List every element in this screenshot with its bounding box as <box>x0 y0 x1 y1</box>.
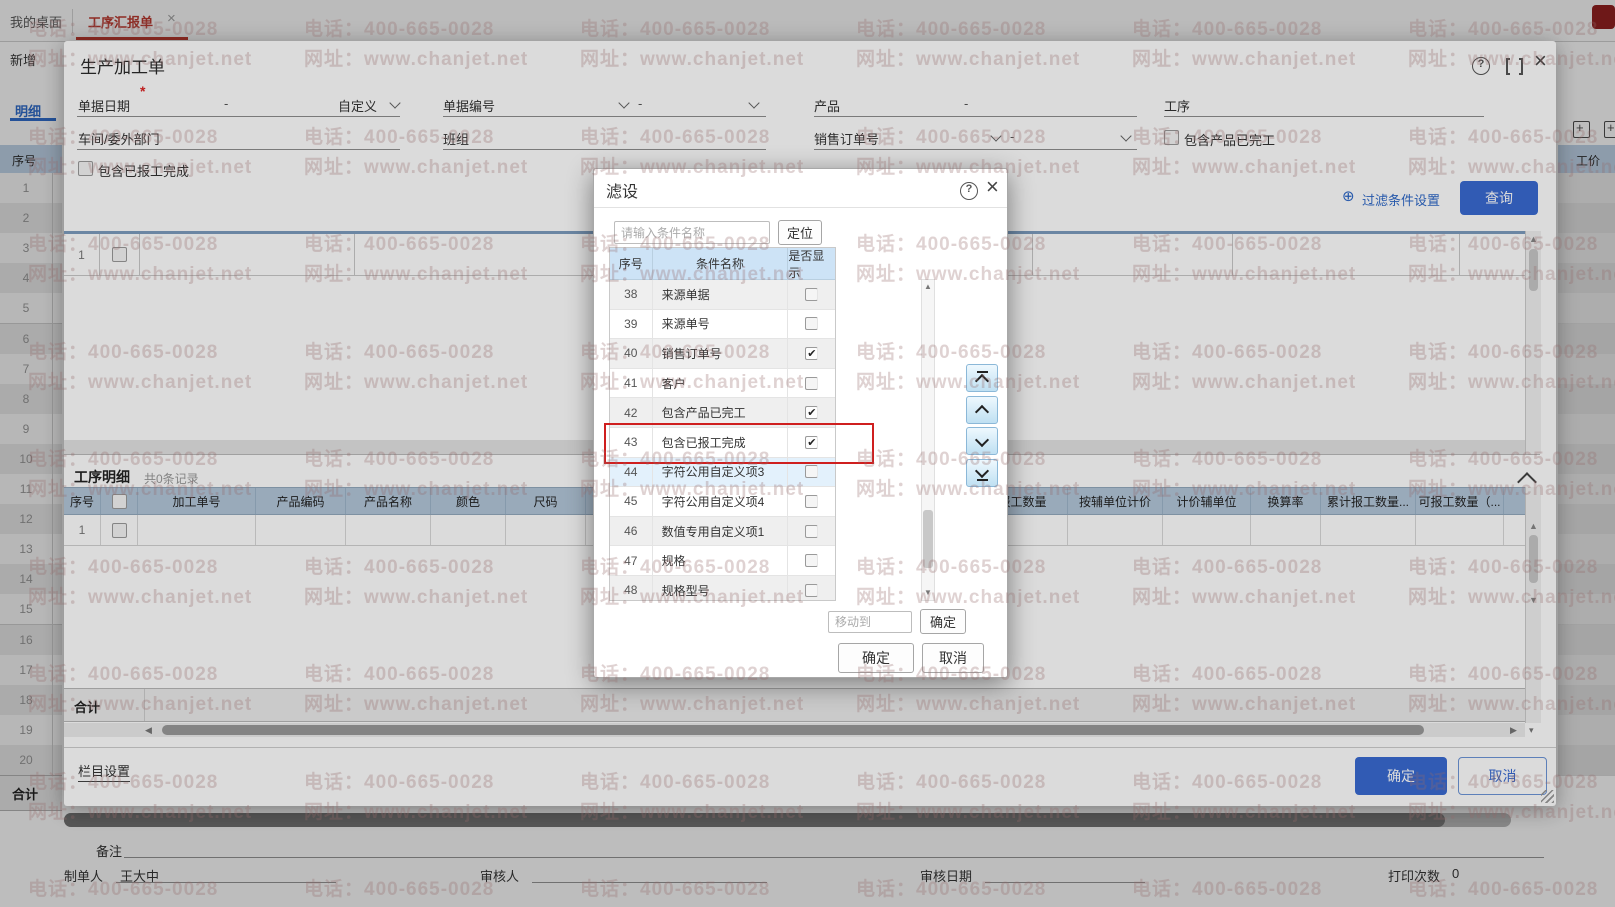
condition-seq: 38 <box>610 280 653 309</box>
visible-checkbox[interactable] <box>805 494 819 508</box>
condition-visible-cell <box>788 487 835 516</box>
visible-checkbox[interactable] <box>805 465 819 479</box>
visible-checkbox[interactable] <box>805 376 819 390</box>
chevron-up-icon <box>974 404 990 419</box>
condition-visible-cell <box>788 576 835 600</box>
move-to-input[interactable] <box>828 611 912 633</box>
condition-visible-cell <box>788 310 835 339</box>
filter-condition-row[interactable]: 39 来源单号 <box>610 309 835 340</box>
visible-checkbox[interactable] <box>805 435 819 449</box>
filter-condition-row[interactable]: 43 包含已报工完成 <box>610 427 835 458</box>
chevron-down-icon <box>974 463 990 478</box>
move-to-bottom-button[interactable] <box>966 459 998 487</box>
visible-checkbox[interactable] <box>805 406 819 420</box>
move-to-top-button[interactable] <box>966 364 998 392</box>
filter-config-dialog: 滤设 × 定位 序号 条件名称 是否显示 38来源单据39来源单号40销售订单号… <box>593 168 1008 678</box>
condition-name: 来源单据 <box>653 280 789 309</box>
condition-visible-cell <box>788 458 835 487</box>
filter-condition-row[interactable]: 48 规格型号 <box>610 575 835 600</box>
visible-checkbox[interactable] <box>805 317 819 331</box>
condition-name: 客户 <box>653 368 789 398</box>
condition-visible-cell <box>788 517 835 546</box>
scroll-up-icon[interactable]: ▲ <box>924 282 932 291</box>
condition-name: 规格型号 <box>653 575 789 600</box>
filter-condition-row[interactable]: 38 来源单据 <box>610 280 835 310</box>
condition-table: 序号 条件名称 是否显示 38来源单据39来源单号40销售订单号41客户42包含… <box>609 247 836 601</box>
move-ok-button[interactable]: 确定 <box>920 609 966 634</box>
condition-table-header: 序号 条件名称 是否显示 <box>610 248 835 280</box>
cancel-button[interactable]: 取消 <box>922 643 984 673</box>
condition-visible-cell <box>788 428 835 457</box>
visible-checkbox[interactable] <box>805 524 819 538</box>
condition-visible-cell <box>788 546 835 575</box>
col-seq: 序号 <box>610 248 653 279</box>
move-down-button[interactable] <box>966 427 998 455</box>
condition-name: 数值专用自定义项1 <box>653 516 789 546</box>
condition-seq: 39 <box>610 309 653 339</box>
condition-name: 来源单号 <box>653 309 789 339</box>
condition-seq: 42 <box>610 398 653 427</box>
condition-visible-cell <box>788 280 835 309</box>
condition-name: 包含产品已完工 <box>653 398 789 427</box>
condition-seq: 40 <box>610 339 653 368</box>
filter-condition-row[interactable]: 45 字符公用自定义项4 <box>610 487 835 517</box>
condition-seq: 46 <box>610 516 653 546</box>
chevron-down-icon <box>974 432 990 447</box>
close-icon[interactable]: × <box>986 176 999 198</box>
filter-condition-row[interactable]: 41 客户 <box>610 368 835 399</box>
condition-seq: 45 <box>610 487 653 516</box>
condition-search-input[interactable] <box>614 221 770 244</box>
visible-checkbox[interactable] <box>805 346 819 360</box>
filter-condition-row[interactable]: 46 数值专用自定义项1 <box>610 516 835 547</box>
condition-name: 销售订单号 <box>653 339 789 368</box>
condition-name: 规格 <box>653 546 789 575</box>
help-icon[interactable] <box>960 182 978 200</box>
scrollbar-thumb[interactable] <box>923 510 933 568</box>
condition-visible-cell <box>788 398 835 427</box>
scroll-down-icon[interactable]: ▼ <box>924 588 932 597</box>
list-scrollbar[interactable]: ▲ ▼ <box>921 279 935 601</box>
condition-visible-cell <box>788 339 835 368</box>
condition-visible-cell <box>788 369 835 398</box>
move-up-button[interactable] <box>966 396 998 424</box>
condition-seq: 44 <box>610 457 653 487</box>
col-visible: 是否显示 <box>788 248 825 280</box>
visible-checkbox[interactable] <box>805 287 819 301</box>
filter-condition-row[interactable]: 40 销售订单号 <box>610 339 835 369</box>
filter-condition-row[interactable]: 47 规格 <box>610 546 835 576</box>
ok-button[interactable]: 确定 <box>838 643 914 673</box>
condition-name: 字符公用自定义项4 <box>653 487 789 516</box>
application-window: 我的桌面 工序汇报单 × 新增 明细 序号 1 2 3 4 5 6 7 8 9 10 11 12 13 1… <box>0 0 1615 907</box>
visible-checkbox[interactable] <box>805 554 819 568</box>
chevron-up-icon <box>974 373 990 388</box>
title-divider <box>594 207 1007 208</box>
condition-seq: 48 <box>610 575 653 600</box>
condition-seq: 41 <box>610 368 653 398</box>
visible-checkbox[interactable] <box>805 583 819 597</box>
locate-button[interactable]: 定位 <box>778 220 822 245</box>
dialog-title: 滤设 <box>606 184 639 201</box>
condition-seq: 47 <box>610 546 653 575</box>
filter-condition-row[interactable]: 42 包含产品已完工 <box>610 398 835 428</box>
condition-name: 字符公用自定义项3 <box>653 457 789 487</box>
filter-condition-row[interactable]: 44 字符公用自定义项3 <box>610 457 835 488</box>
condition-name: 包含已报工完成 <box>653 427 789 457</box>
col-name: 条件名称 <box>653 248 789 279</box>
condition-seq: 43 <box>610 427 653 457</box>
